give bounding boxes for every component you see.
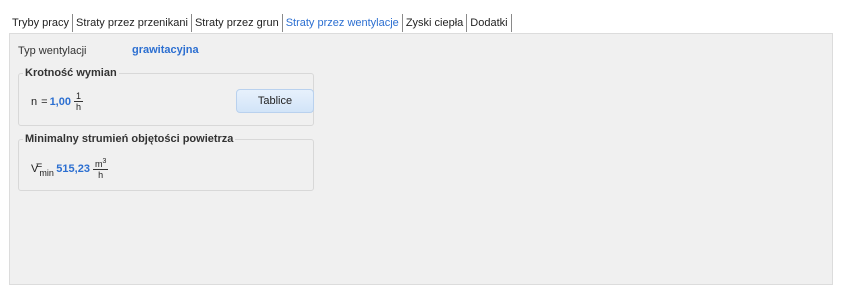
min-airflow-equals: = <box>35 159 43 172</box>
min-airflow-value[interactable]: 515,23 <box>56 163 90 175</box>
exchange-rate-group: Krotność wymian n = 1,00 1 h Tablice <box>18 67 314 126</box>
tab-bar: Tryby pracy Straty przez przenikani Stra… <box>9 12 831 32</box>
tab-content-panel: Typ wentylacji grawitacyjna Krotność wym… <box>9 33 833 285</box>
exchange-rate-symbol: n <box>31 95 38 108</box>
exchange-rate-group-title: Krotność wymian <box>23 67 119 79</box>
tab-zyski-ciepla[interactable]: Zyski ciepła <box>403 14 468 32</box>
tab-straty-wentylacje[interactable]: Straty przez wentylacje <box>283 14 403 32</box>
ventilation-type-value[interactable]: grawitacyjna <box>132 44 199 56</box>
exchange-rate-value[interactable]: 1,00 <box>50 96 71 108</box>
min-airflow-group: Minimalny strumień objętości powietrza V… <box>18 133 314 191</box>
min-airflow-formula: V min = 515,23 m3 h <box>31 157 109 180</box>
min-airflow-unit-denominator: h <box>98 170 104 180</box>
tab-straty-przenikanie[interactable]: Straty przez przenikani <box>73 14 192 32</box>
tab-tryby-pracy[interactable]: Tryby pracy <box>9 14 74 32</box>
tables-button[interactable]: Tablice <box>236 89 314 113</box>
tab-dodatki[interactable]: Dodatki <box>467 14 512 32</box>
min-airflow-unit: m3 h <box>92 157 109 180</box>
exchange-rate-equals: = <box>41 95 48 108</box>
exchange-rate-unit: 1 h <box>73 91 83 112</box>
tab-straty-grunt[interactable]: Straty przez grun <box>192 14 283 32</box>
min-airflow-unit-numerator: m3 <box>92 158 109 170</box>
min-airflow-group-title: Minimalny strumień objętości powietrza <box>23 133 236 145</box>
ventilation-type-label: Typ wentylacji <box>18 45 87 57</box>
exchange-rate-formula: n = 1,00 1 h <box>31 91 83 112</box>
exchange-rate-unit-numerator: 1 <box>73 91 83 102</box>
exchange-rate-unit-denominator: h <box>75 102 81 112</box>
